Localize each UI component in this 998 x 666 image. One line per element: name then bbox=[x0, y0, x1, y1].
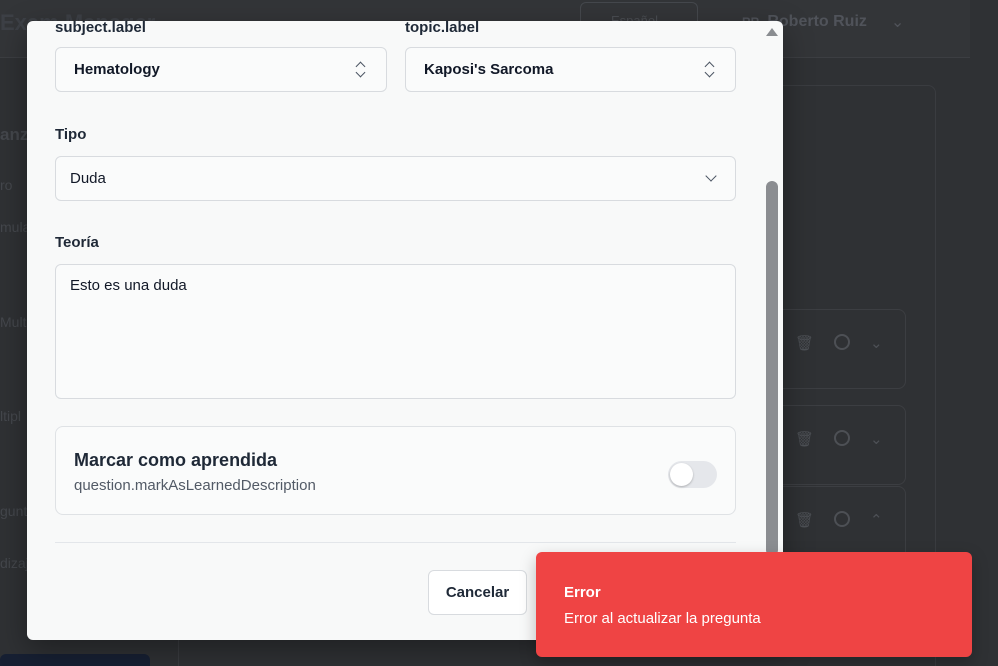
topic-select[interactable]: Kaposi's Sarcoma bbox=[405, 47, 736, 92]
type-label: Tipo bbox=[55, 126, 87, 143]
circle-icon[interactable] bbox=[834, 430, 851, 446]
topic-value: Kaposi's Sarcoma bbox=[424, 61, 554, 78]
type-select[interactable]: Duda bbox=[55, 156, 736, 201]
scrollbar-thumb[interactable] bbox=[766, 181, 778, 556]
sidebar-item[interactable]: Multi bbox=[0, 314, 30, 330]
chevron-down-icon: ⌄ bbox=[890, 14, 905, 31]
toast-message: Error al actualizar la pregunta bbox=[564, 610, 761, 627]
circle-icon[interactable] bbox=[834, 334, 851, 350]
sidebar: anz ro mula Multi ltipl gunt dizaj bbox=[0, 85, 30, 666]
toggle-knob bbox=[670, 463, 693, 486]
cancel-button[interactable]: Cancelar bbox=[428, 570, 527, 615]
topic-label: topic.label bbox=[405, 21, 480, 36]
mark-as-learned-title: Marcar como aprendida bbox=[74, 450, 278, 470]
trash-icon[interactable]: 🗑 bbox=[795, 511, 814, 529]
subject-value: Hematology bbox=[74, 61, 160, 78]
toast-title: Error bbox=[564, 584, 601, 601]
theory-label: Teoría bbox=[55, 234, 99, 251]
error-toast: Error Error al actualizar la pregunta bbox=[536, 552, 972, 657]
sidebar-item[interactable]: dizaj bbox=[0, 555, 29, 571]
mark-as-learned-toggle[interactable] bbox=[668, 461, 717, 488]
edit-question-modal: subject.label topic.label Hematology Kap… bbox=[27, 21, 783, 640]
sidebar-action-button[interactable] bbox=[0, 654, 150, 666]
sidebar-item[interactable]: mula bbox=[0, 219, 30, 235]
sidebar-item[interactable]: ltipl bbox=[0, 408, 21, 424]
trash-icon[interactable]: 🗑 bbox=[795, 430, 814, 448]
trash-icon[interactable]: 🗑 bbox=[795, 334, 814, 352]
sidebar-item[interactable]: ro bbox=[0, 177, 12, 193]
chevron-down-icon[interactable]: ⌄ bbox=[870, 430, 883, 448]
chevron-down-icon bbox=[705, 170, 717, 182]
subject-label: subject.label bbox=[55, 21, 146, 36]
sort-arrows-icon bbox=[354, 61, 368, 79]
theory-textarea[interactable]: Esto es una duda bbox=[55, 264, 736, 399]
circle-icon[interactable] bbox=[834, 511, 851, 527]
scroll-up-arrow-icon[interactable] bbox=[766, 28, 778, 36]
sidebar-item[interactable]: gunt bbox=[0, 503, 27, 519]
subject-select[interactable]: Hematology bbox=[55, 47, 387, 92]
chevron-down-icon[interactable]: ⌄ bbox=[870, 334, 883, 352]
footer-divider bbox=[55, 542, 736, 543]
chevron-up-icon[interactable]: ⌃ bbox=[870, 511, 883, 529]
mark-as-learned-card: Marcar como aprendida question.markAsLea… bbox=[55, 426, 736, 515]
sort-arrows-icon bbox=[703, 61, 717, 79]
sidebar-heading: anz bbox=[0, 125, 29, 144]
type-value: Duda bbox=[70, 170, 106, 187]
mark-as-learned-description: question.markAsLearnedDescription bbox=[74, 477, 316, 494]
